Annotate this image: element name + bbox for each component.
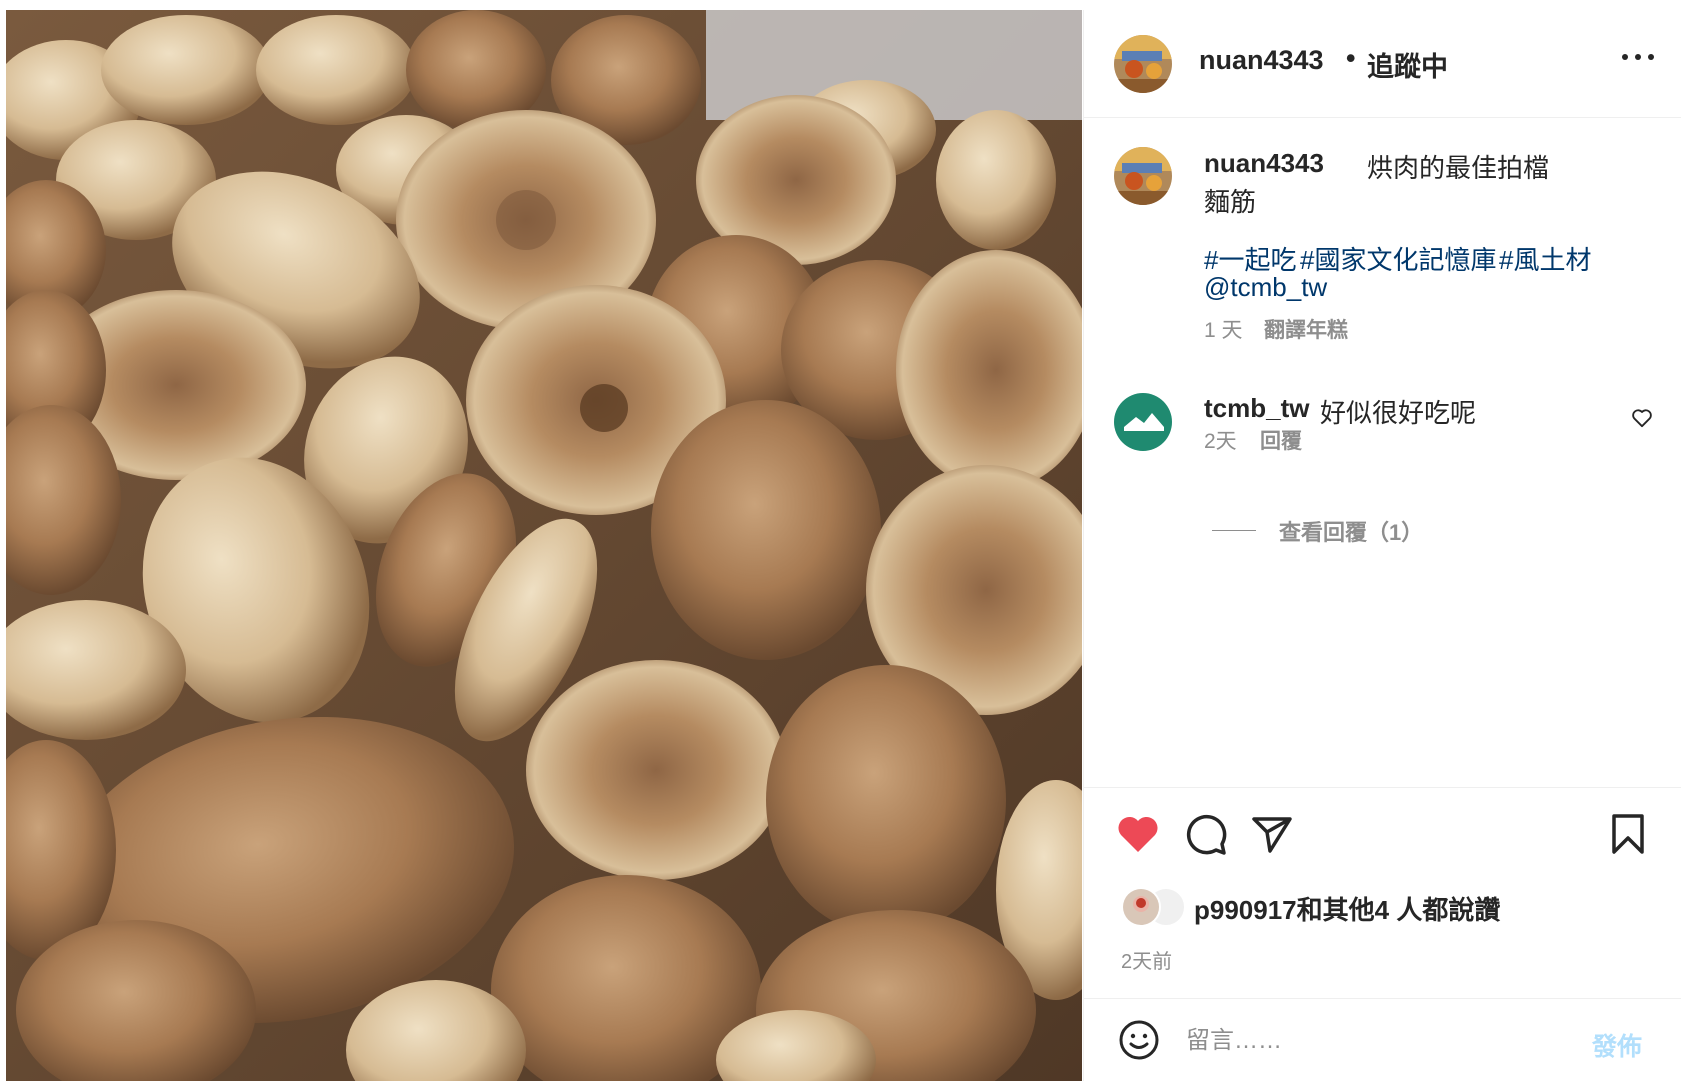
more-options-icon[interactable] [1620, 46, 1656, 68]
divider [1084, 787, 1681, 788]
replies-divider [1212, 530, 1256, 531]
liker-avatar[interactable] [1121, 887, 1161, 927]
caption-username[interactable]: nuan4343 [1204, 148, 1324, 179]
likes-summary[interactable]: p990917和其他4 人都說讚 [1194, 890, 1500, 927]
divider [1084, 998, 1681, 999]
bookmark-icon[interactable] [1604, 810, 1652, 858]
reply-button[interactable]: 回覆 [1260, 425, 1302, 455]
comment-age: 2天 [1204, 430, 1237, 453]
separator-dot: • [1346, 43, 1356, 73]
author-avatar[interactable] [1114, 35, 1172, 93]
commenter-avatar[interactable] [1114, 393, 1172, 451]
comment-text: 好似很好吃呢 [1320, 398, 1477, 428]
post-timestamp: 2天前 [1121, 951, 1173, 973]
comment-username[interactable]: tcmb_tw [1204, 393, 1309, 424]
post-comment-button[interactable]: 發佈 [1592, 1027, 1642, 1063]
post-sidebar: nuan4343 • 追蹤中 nuan4343 烘肉的最佳拍檔 麵筋 #一起吃 … [1083, 10, 1681, 1081]
view-replies-button[interactable]: 查看回覆（1） [1279, 515, 1423, 547]
caption-text: 烘肉的最佳拍檔 [1367, 153, 1550, 183]
hashtag-link[interactable]: #風土材 [1499, 240, 1591, 277]
caption-text-line2: 麵筋 [1204, 187, 1257, 217]
comment-like-heart-icon[interactable] [1631, 408, 1657, 432]
follow-status-button[interactable]: 追蹤中 [1367, 45, 1448, 84]
mention-link[interactable]: @tcmb_tw [1204, 272, 1327, 303]
like-heart-icon[interactable] [1114, 810, 1162, 858]
post-header: nuan4343 • 追蹤中 [1084, 10, 1681, 118]
comment-bubble-icon[interactable] [1182, 810, 1230, 858]
emoji-smiley-icon[interactable] [1117, 1018, 1161, 1062]
share-send-icon[interactable] [1248, 810, 1296, 858]
translate-button[interactable]: 翻譯年糕 [1264, 314, 1348, 344]
comment-input[interactable] [1184, 1021, 1548, 1061]
gluten-photo-image [6, 10, 1082, 1081]
caption-age: 1 天 [1204, 319, 1243, 342]
caption-author-avatar[interactable] [1114, 147, 1172, 205]
hashtag-link[interactable]: #國家文化記憶庫 [1300, 240, 1496, 277]
post-photo[interactable] [6, 10, 1082, 1081]
author-username[interactable]: nuan4343 [1199, 45, 1324, 76]
